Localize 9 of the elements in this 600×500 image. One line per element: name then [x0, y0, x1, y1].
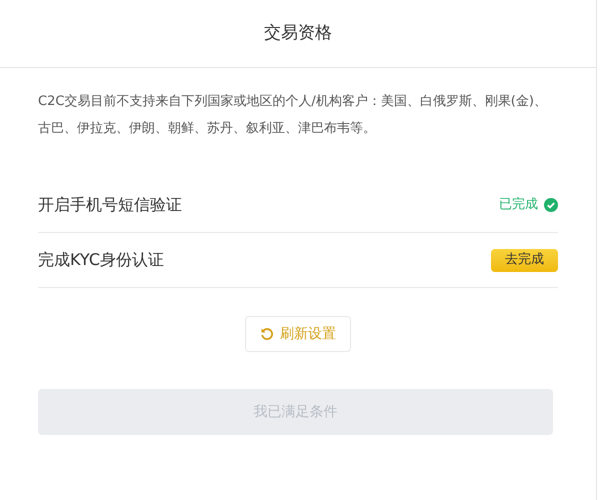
- refresh-icon: [260, 327, 274, 341]
- complete-button[interactable]: 去完成: [491, 248, 558, 272]
- dialog-title: 交易资格: [264, 22, 332, 45]
- refresh-button[interactable]: 刷新设置: [245, 316, 351, 352]
- requirement-label: 完成KYC身份认证: [38, 249, 164, 271]
- requirement-label: 开启手机号短信验证: [38, 194, 182, 216]
- notice-text: C2C交易目前不支持来自下列国家或地区的个人/机构客户：美国、白俄罗斯、刚果(金)、古巴、伊拉克、伊朗、朝鲜、苏丹、叙利亚、津巴布韦等。: [38, 93, 548, 138]
- status-text: 已完成: [499, 196, 538, 214]
- check-circle-icon: [544, 198, 558, 212]
